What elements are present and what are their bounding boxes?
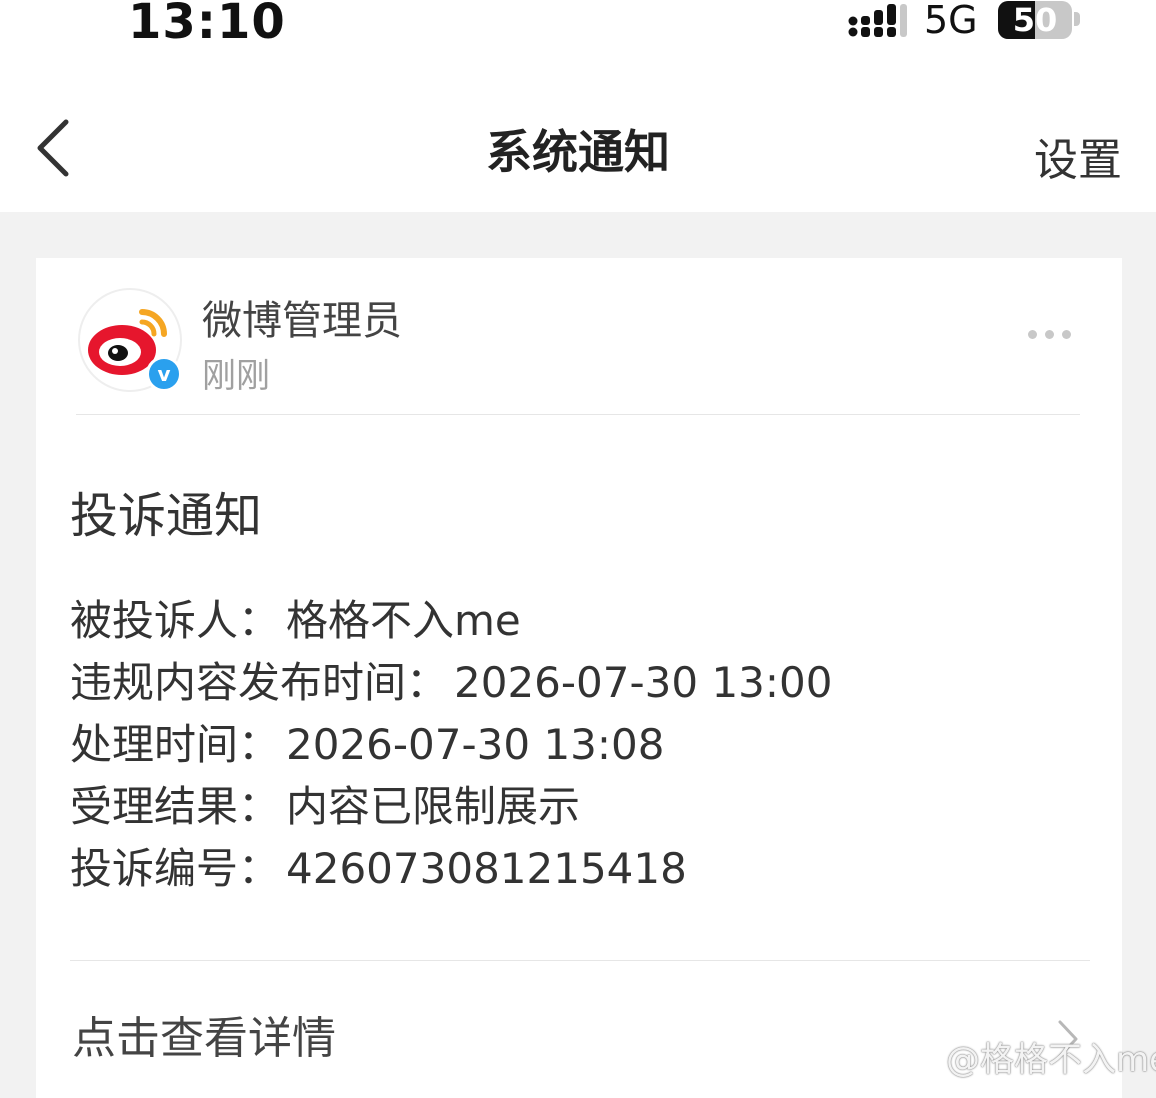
field-complaint-id: 投诉编号： 426073081215418 <box>70 838 833 900</box>
divider <box>76 414 1080 415</box>
notice-details: 被投诉人： 格格不入me 违规内容发布时间： 2026-07-30 13:00 处理… <box>70 590 833 900</box>
battery-percent: 50 <box>1012 1 1058 39</box>
field-value: 2026-07-30 13:00 <box>454 658 833 707</box>
battery-icon: 50 <box>998 1 1072 39</box>
message-time: 刚刚 <box>202 356 270 396</box>
field-value: 内容已限制展示 <box>286 782 581 831</box>
network-type: 5G <box>924 0 978 42</box>
status-time: 13:10 <box>128 0 286 50</box>
sender-name[interactable]: 微博管理员 <box>202 288 402 346</box>
field-label: 受理结果： <box>70 782 281 831</box>
field-publish-time: 违规内容发布时间： 2026-07-30 13:00 <box>70 652 833 714</box>
field-label: 处理时间： <box>70 720 281 769</box>
more-options-icon[interactable] <box>1024 320 1080 350</box>
field-label: 违规内容发布时间： <box>70 658 449 707</box>
field-value: 2026-07-30 13:08 <box>286 720 665 769</box>
field-process-time: 处理时间： 2026-07-30 13:08 <box>70 714 833 776</box>
battery-tip <box>1074 12 1080 26</box>
field-label: 被投诉人： <box>70 596 281 645</box>
field-label: 投诉编号： <box>70 844 281 893</box>
weibo-watermark-icon <box>901 1038 942 1073</box>
watermark-text: @格格不入me <box>946 1040 1156 1080</box>
field-result: 受理结果： 内容已限制展示 <box>70 776 833 838</box>
field-value: 426073081215418 <box>286 844 687 893</box>
cellular-signal-icon <box>848 4 907 37</box>
verified-badge-icon: v <box>146 356 182 392</box>
top-bar: 13:10 5G 50 系统通知 设置 <box>0 0 1156 212</box>
divider <box>70 960 1090 961</box>
field-value: 格格不入me <box>286 596 521 645</box>
notification-card: v 微博管理员 刚刚 投诉通知 被投诉人： 格格不入me 违规内容发布时间： 202… <box>36 258 1122 1098</box>
settings-button[interactable]: 设置 <box>1034 124 1122 188</box>
view-details-label: 点击查看详情 <box>72 1013 336 1064</box>
notice-title: 投诉通知 <box>70 488 263 544</box>
page-title: 系统通知 <box>486 125 670 179</box>
field-respondent: 被投诉人： 格格不入me <box>70 590 833 652</box>
